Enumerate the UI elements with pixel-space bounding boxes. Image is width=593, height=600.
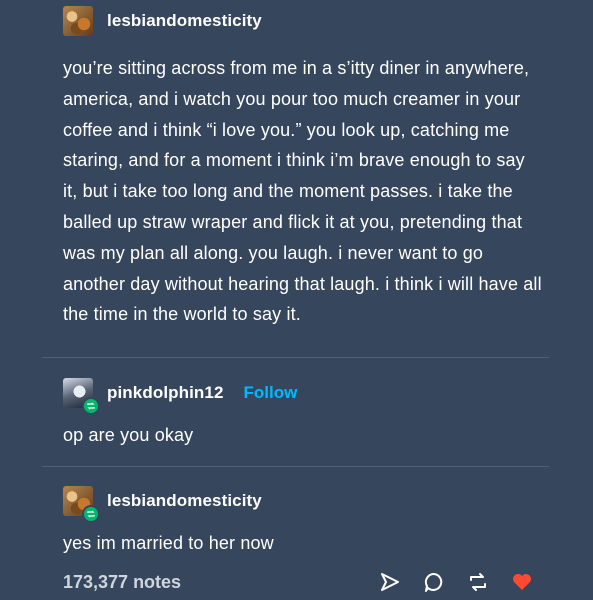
reblog-icon[interactable] — [467, 571, 489, 593]
user-avatar[interactable] — [63, 378, 100, 415]
reply-icon[interactable] — [423, 571, 445, 593]
post-footer: 173,377 notes — [63, 571, 533, 593]
reblog-badge-icon — [82, 505, 100, 523]
user-avatar[interactable] — [63, 486, 100, 523]
username[interactable]: lesbiandomesticity — [107, 491, 262, 511]
username[interactable]: pinkdolphin12 — [107, 383, 224, 403]
reblog-header: pinkdolphin12 Follow — [63, 378, 298, 415]
reblog-badge-icon — [82, 397, 100, 415]
reblog-body: yes im married to her now — [63, 533, 274, 553]
share-icon[interactable] — [379, 571, 401, 593]
reblog-body: op are you okay — [63, 425, 194, 445]
tumblr-post: lesbiandomesticity you’re sitting across… — [0, 0, 593, 600]
like-icon[interactable] — [511, 571, 533, 593]
reblog-header: lesbiandomesticity — [63, 486, 262, 523]
original-post-header: lesbiandomesticity — [63, 6, 262, 36]
follow-button[interactable]: Follow — [244, 383, 298, 403]
divider — [42, 357, 549, 358]
user-avatar[interactable] — [63, 6, 93, 36]
notes-count[interactable]: 173,377 notes — [63, 572, 181, 593]
username[interactable]: lesbiandomesticity — [107, 11, 262, 31]
action-bar — [379, 571, 533, 593]
post-body: you’re sitting across from me in a s’itt… — [63, 58, 542, 325]
divider — [42, 466, 549, 467]
